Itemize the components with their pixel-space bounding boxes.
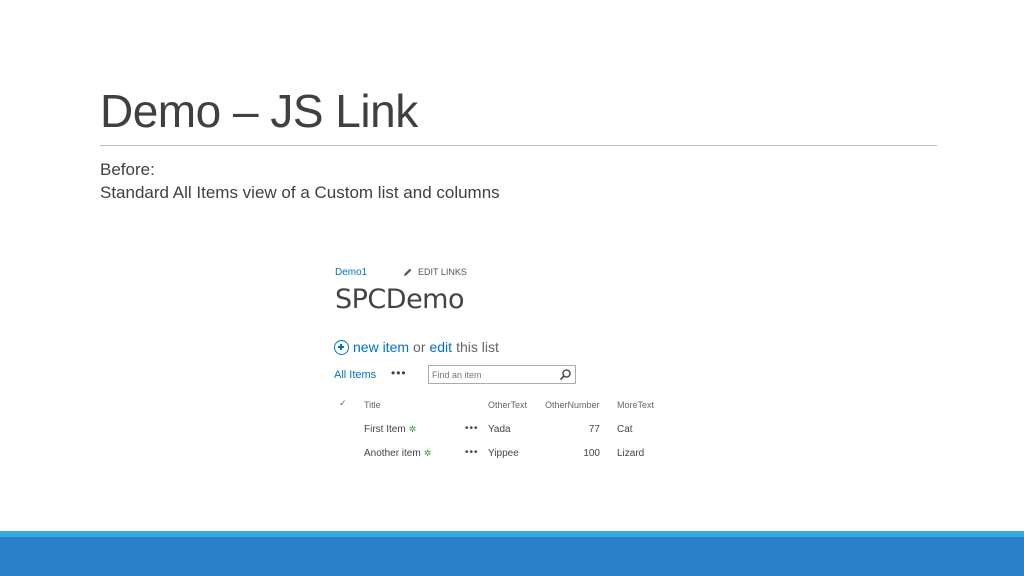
table-row[interactable]: Another item ✲ ••• Yippee 100 Lizard xyxy=(334,445,674,463)
footer-band xyxy=(0,537,1024,576)
search-box xyxy=(428,365,576,384)
subtitle-line-description: Standard All Items view of a Custom list… xyxy=(100,183,500,202)
search-input[interactable] xyxy=(432,367,552,382)
new-item-icon: ✲ xyxy=(408,424,417,434)
pencil-icon xyxy=(404,268,412,276)
row-moretext: Cat xyxy=(617,424,633,435)
row-title: Another item ✲ xyxy=(364,448,431,459)
select-all-checkmark[interactable]: ✓ xyxy=(339,398,347,409)
row-moretext: Lizard xyxy=(617,448,645,459)
column-header-title[interactable]: Title xyxy=(364,400,381,410)
row-title-link[interactable]: Another item xyxy=(364,448,421,459)
slide-title: Demo – JS Link xyxy=(100,85,418,137)
row-othernumber: 100 xyxy=(583,448,600,459)
row-menu-button[interactable]: ••• xyxy=(465,447,479,458)
title-divider xyxy=(100,145,937,146)
row-othertext: Yippee xyxy=(488,448,519,459)
breadcrumb-link[interactable]: Demo1 xyxy=(335,267,367,278)
view-all-items[interactable]: All Items xyxy=(334,369,376,381)
search-icon[interactable] xyxy=(559,368,572,381)
new-item-row: new item or edit this list xyxy=(334,339,499,355)
edit-list-link[interactable]: edit xyxy=(429,339,452,355)
table-row[interactable]: First Item ✲ ••• Yada 77 Cat xyxy=(334,421,674,439)
column-header-othernumber[interactable]: OtherNumber xyxy=(545,400,600,410)
views-bar: All Items ••• xyxy=(334,365,579,385)
row-othertext: Yada xyxy=(488,424,511,435)
row-othernumber: 77 xyxy=(588,424,600,435)
site-title[interactable]: SPCDemo xyxy=(335,284,465,315)
add-circle-icon[interactable] xyxy=(334,339,349,355)
new-item-icon: ✲ xyxy=(423,448,432,458)
column-header-moretext[interactable]: MoreText xyxy=(617,400,654,410)
sharepoint-screenshot: Demo1 EDIT LINKS SPCDemo new item or edi… xyxy=(334,262,674,472)
subtitle-line-before: Before: xyxy=(100,160,155,179)
edit-links-label: EDIT LINKS xyxy=(418,267,467,277)
or-text: or xyxy=(413,339,426,355)
column-header-othertext[interactable]: OtherText xyxy=(488,400,527,410)
row-title-link[interactable]: First Item xyxy=(364,424,406,435)
slide-subtitle: Before: Standard All Items view of a Cus… xyxy=(100,158,500,204)
edit-links-button[interactable]: EDIT LINKS xyxy=(403,267,467,277)
this-list-text: this list xyxy=(456,339,499,355)
row-title: First Item ✲ xyxy=(364,424,416,435)
view-more-button[interactable]: ••• xyxy=(391,366,407,380)
row-menu-button[interactable]: ••• xyxy=(465,423,479,434)
new-item-link[interactable]: new item xyxy=(353,339,409,355)
grid-header: ✓ Title OtherText OtherNumber MoreText xyxy=(334,397,674,415)
